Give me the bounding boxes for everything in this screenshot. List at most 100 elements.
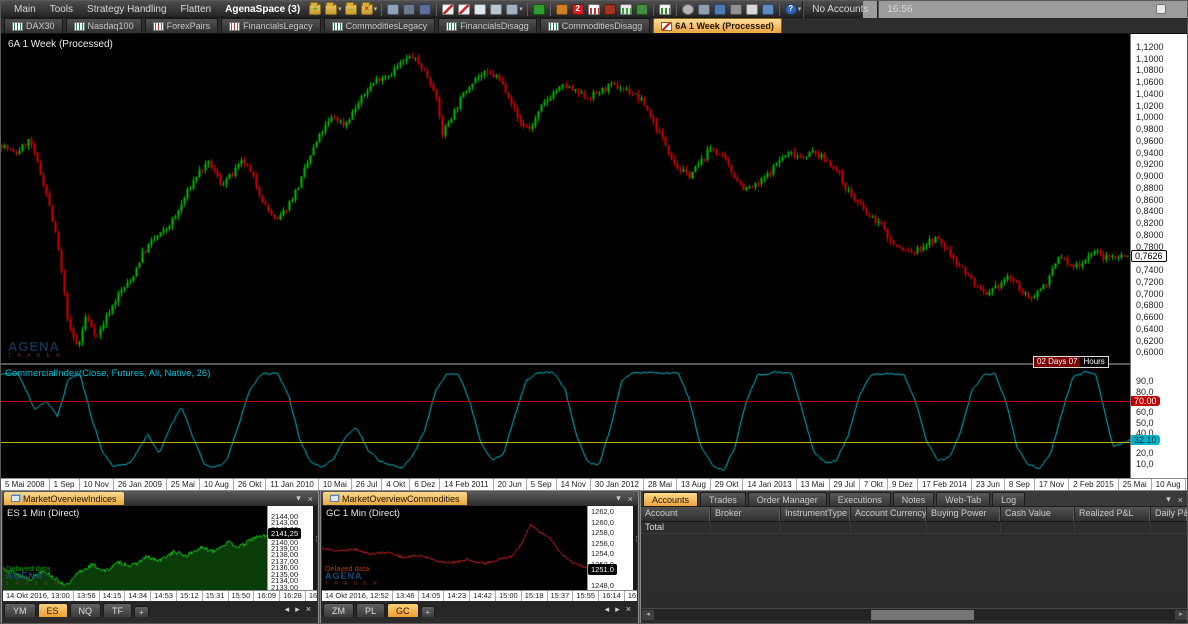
column-header-daily-p-l[interactable]: Daily P&L <box>1151 507 1188 521</box>
scroll-right-icon[interactable]: ▸ <box>1175 610 1187 620</box>
date-axis[interactable]: 5 Mai 20081 Sep10 Nov26 Jan 200925 Mai10… <box>1 478 1188 490</box>
column-header-buying-power[interactable]: Buying Power <box>927 507 1001 521</box>
chart-red-icon[interactable] <box>458 4 470 15</box>
window-icon <box>11 495 20 502</box>
tab-executions[interactable]: Executions <box>829 492 891 506</box>
notes-icon[interactable] <box>746 4 758 15</box>
chart-page-icon[interactable] <box>474 4 486 15</box>
screener-icon[interactable] <box>403 4 415 15</box>
close-icon[interactable]: × <box>1178 495 1183 505</box>
commercial-index-chart[interactable] <box>1 365 1130 478</box>
tab-accounts[interactable]: Accounts <box>643 492 698 506</box>
tab-label: ForexPairs <box>167 21 211 31</box>
tab-notes[interactable]: Notes <box>893 492 935 506</box>
tab-label: DAX30 <box>26 21 55 31</box>
columns-icon[interactable] <box>588 4 600 15</box>
instrument-tab-ym[interactable]: YM <box>4 603 36 617</box>
column-header-account-currency[interactable]: Account Currency <box>851 507 927 521</box>
es-chart[interactable]: ES 1 Min (Direct) Delayed data AGENA T R… <box>3 506 273 590</box>
link-icon[interactable] <box>533 4 545 15</box>
workspace-tab-forexpairs[interactable]: ForexPairs <box>145 18 219 33</box>
tab-log[interactable]: Log <box>992 492 1025 506</box>
workspace-new-icon[interactable]: + <box>309 4 321 15</box>
horizontal-scrollbar[interactable]: ◂ ▸ <box>642 608 1187 620</box>
workspace-tab-6a-1-week-processed[interactable]: 6A 1 Week (Processed) <box>653 18 782 33</box>
dropdown-caret-icon[interactable]: ▾ <box>519 5 523 13</box>
splitter-handle[interactable]: ⋮ <box>633 506 637 590</box>
connection-icon[interactable] <box>698 4 710 15</box>
help-icon[interactable]: ? <box>785 4 797 15</box>
menu-strategy-handling[interactable]: Strategy Handling <box>80 4 174 15</box>
column-header-instrumenttype[interactable]: InstrumentType <box>781 507 851 521</box>
nav-prev-icon[interactable]: ◂ <box>285 604 290 615</box>
column-header-account[interactable]: Account <box>641 507 711 521</box>
users-icon[interactable] <box>762 4 774 15</box>
collapse-icon[interactable]: ▾ <box>296 493 301 504</box>
instrument-tab-es[interactable]: ES <box>38 603 68 617</box>
user-icon[interactable] <box>714 4 726 15</box>
dropdown-caret-icon[interactable]: ▾ <box>374 5 378 13</box>
gc-chart[interactable]: GC 1 Min (Direct) Delayed data AGENA T R… <box>322 506 593 590</box>
menu-tools[interactable]: Tools <box>43 4 80 15</box>
workspace-delete-icon[interactable]: × <box>361 4 373 15</box>
tools-icon[interactable] <box>730 4 742 15</box>
workspace-save-icon[interactable]: → <box>345 4 357 15</box>
instrument-tab-pl[interactable]: PL <box>356 603 385 617</box>
add-tab-button[interactable]: + <box>134 606 149 617</box>
new-chart-icon[interactable] <box>442 4 454 15</box>
close-icon[interactable]: × <box>308 494 313 504</box>
bars-icon[interactable] <box>620 4 632 15</box>
instrument-tab-nq[interactable]: NQ <box>70 603 102 617</box>
window-button[interactable] <box>1156 4 1166 14</box>
workspace-tab-financialslegacy[interactable]: FinancialsLegacy <box>221 18 321 33</box>
workspace-tab-commoditieslegacy[interactable]: CommoditiesLegacy <box>324 18 436 33</box>
dropdown-caret-icon[interactable]: ▾ <box>798 5 802 13</box>
window-tab-marketoverviewcommodities[interactable]: MarketOverviewCommodities <box>323 492 467 505</box>
add-tab-button[interactable]: + <box>421 606 436 617</box>
settings-icon[interactable] <box>682 4 694 15</box>
orders-icon[interactable] <box>556 4 568 15</box>
depth-icon[interactable] <box>604 4 616 15</box>
dropdown-caret-icon[interactable]: ▾ <box>338 5 342 13</box>
nav-next-icon[interactable]: ▸ <box>615 604 620 615</box>
table-row[interactable]: Total <box>641 522 1188 534</box>
alerts-icon[interactable]: 2 <box>572 4 584 15</box>
column-header-cash-value[interactable]: Cash Value <box>1001 507 1075 521</box>
nav-next-icon[interactable]: ▸ <box>295 604 300 615</box>
menu-main[interactable]: Main <box>7 4 43 15</box>
window-tab-marketoverviewindices[interactable]: MarketOverviewIndices <box>4 492 124 505</box>
close-icon[interactable]: × <box>628 494 633 504</box>
workspace-open-icon[interactable] <box>325 4 337 15</box>
instrument-tab-gc[interactable]: GC <box>387 603 419 617</box>
menu-agenaspace[interactable]: AgenaSpace (3) <box>218 4 307 15</box>
splitter-handle[interactable]: ⋮ <box>313 506 317 590</box>
tab-trades[interactable]: Trades <box>700 492 746 506</box>
instrument-tab-tf[interactable]: TF <box>103 603 132 617</box>
chart-copy-icon[interactable] <box>490 4 502 15</box>
menu-flatten[interactable]: Flatten <box>174 4 219 15</box>
panel-icon[interactable] <box>387 4 399 15</box>
instrument-tab-zm[interactable]: ZM <box>323 603 354 617</box>
price-axis[interactable]: 1,12001,10001,08001,06001,04001,02001,00… <box>1130 34 1188 478</box>
tab-web-tab[interactable]: Web-Tab <box>936 492 990 506</box>
collapse-icon[interactable]: ▾ <box>1166 494 1171 505</box>
scrollbar-thumb[interactable] <box>871 610 975 620</box>
basket-icon[interactable] <box>636 4 648 15</box>
nav-close-icon[interactable]: × <box>626 604 631 615</box>
ranking-icon[interactable] <box>659 4 671 15</box>
nav-prev-icon[interactable]: ◂ <box>605 604 610 615</box>
workspace-tab-dax30[interactable]: DAX30 <box>4 18 63 33</box>
analyzer-icon[interactable] <box>419 4 431 15</box>
nav-close-icon[interactable]: × <box>306 604 311 615</box>
chart-grid-icon[interactable] <box>506 4 518 15</box>
scroll-left-icon[interactable]: ◂ <box>642 610 654 620</box>
column-header-realized-p-l[interactable]: Realized P&L <box>1075 507 1151 521</box>
tab-order-manager[interactable]: Order Manager <box>748 492 827 506</box>
workspace-tab-nasdaq100[interactable]: Nasdaq100 <box>66 18 142 33</box>
indicator-tick: 20,0 <box>1136 448 1154 458</box>
collapse-icon[interactable]: ▾ <box>616 493 621 504</box>
column-header-broker[interactable]: Broker <box>711 507 781 521</box>
workspace-tab-financialsdisagg[interactable]: FinancialsDisagg <box>438 18 537 33</box>
candlestick-chart[interactable] <box>1 34 1130 363</box>
workspace-tab-commoditiesdisagg[interactable]: CommoditiesDisagg <box>540 18 651 33</box>
